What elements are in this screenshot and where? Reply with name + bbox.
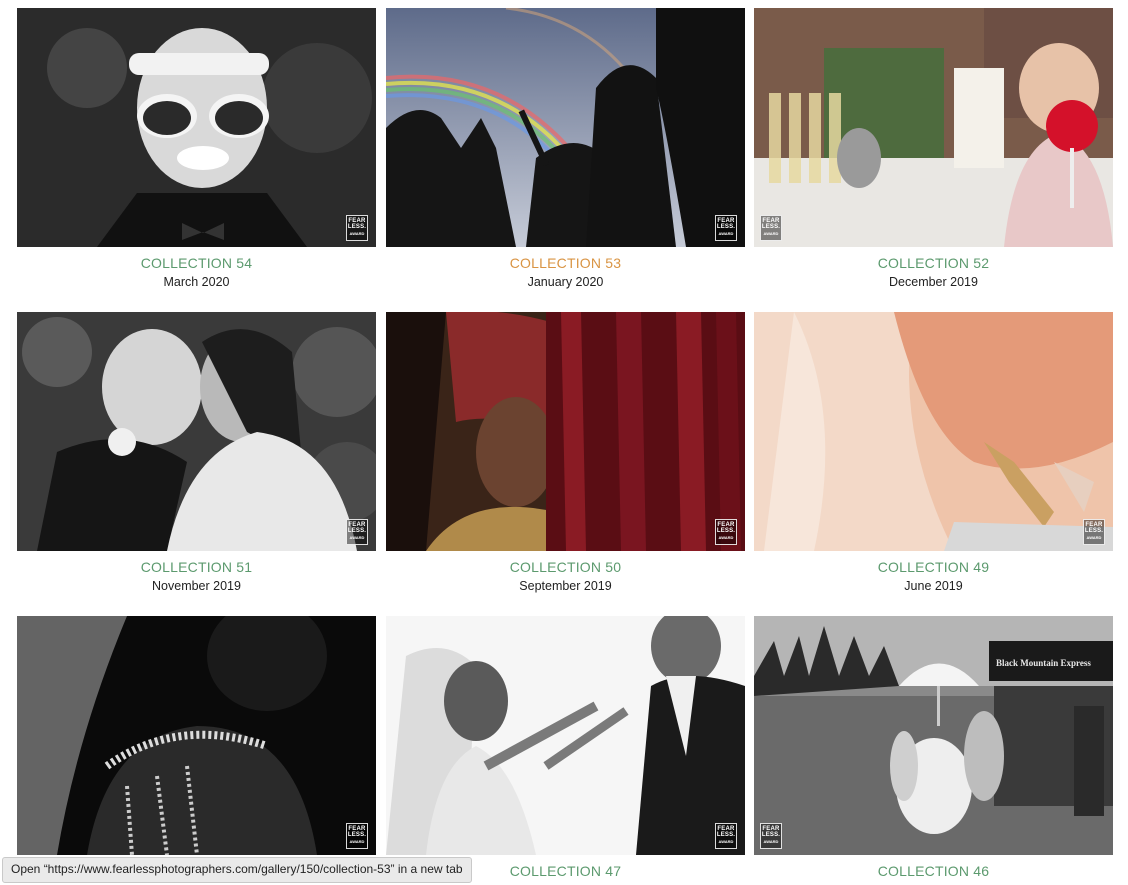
- collection-title-link[interactable]: COLLECTION 46: [754, 863, 1113, 879]
- photo-bride-beaded-back: [17, 616, 376, 855]
- fearless-award-badge: FEAR LESS. AWARD: [715, 823, 737, 849]
- fearless-award-badge: FEAR LESS. AWARD: [346, 823, 368, 849]
- collection-thumbnail[interactable]: FEAR LESS. AWARD: [17, 312, 376, 551]
- fearless-award-badge: FEAR LESS. AWARD: [1083, 519, 1105, 545]
- fearless-award-badge: FEAR LESS. AWARD: [760, 215, 782, 241]
- collection-title-link[interactable]: COLLECTION 49: [754, 559, 1113, 575]
- browser-link-status-bar: Open “https://www.fearlessphotographers.…: [2, 857, 472, 883]
- collections-grid: FEAR LESS. AWARD COLLECTION 54 March 2020 …: [0, 0, 1128, 885]
- fearless-award-badge: FEAR LESS. AWARD: [346, 215, 368, 241]
- collection-thumbnail[interactable]: FEAR LESS. AWARD: [17, 616, 376, 855]
- collection-card: FEAR LESS. AWARD COLLECTION 47: [386, 616, 745, 879]
- collection-card: FEAR LESS. AWARD COLLECTION 51 November 20…: [17, 312, 376, 594]
- collection-date: March 2020: [163, 275, 230, 289]
- collection-card: FEAR LESS. AWARD COLLECTION 53 January 202…: [386, 8, 745, 290]
- collection-title-link[interactable]: COLLECTION 54: [17, 255, 376, 271]
- fearless-award-badge: FEAR LESS. AWARD: [346, 519, 368, 545]
- photo-girl-with-lollipop: [754, 8, 1113, 247]
- photo-groom-behind-curtain: [386, 312, 745, 551]
- collection-card: FEAR LESS. AWARD: [17, 616, 376, 863]
- collection-date: June 2019: [904, 579, 963, 593]
- collection-thumbnail[interactable]: FEAR LESS. AWARD: [17, 8, 376, 247]
- collection-thumbnail[interactable]: FEAR LESS. AWARD: [386, 8, 745, 247]
- collection-thumbnail[interactable]: FEAR LESS. AWARD: [754, 8, 1113, 247]
- collection-thumbnail[interactable]: Black Mountain Express FEAR LESS. AWARD: [754, 616, 1113, 855]
- collection-card: FEAR LESS. AWARD COLLECTION 52 December 20…: [754, 8, 1113, 290]
- collection-title-link[interactable]: COLLECTION 51: [17, 559, 376, 575]
- fearless-award-badge: FEAR LESS. AWARD: [715, 519, 737, 545]
- collection-card: FEAR LESS. AWARD COLLECTION 50 September 2…: [386, 312, 745, 594]
- photo-bride-reaching-father: [386, 616, 745, 855]
- collection-title-link[interactable]: COLLECTION 50: [386, 559, 745, 575]
- photo-dancing-silhouettes: [386, 8, 745, 247]
- collection-card: FEAR LESS. AWARD COLLECTION 54 March 2020: [17, 8, 376, 290]
- collection-title-link[interactable]: COLLECTION 53: [386, 255, 745, 271]
- collection-thumbnail[interactable]: FEAR LESS. AWARD: [386, 312, 745, 551]
- collection-card: FEAR LESS. AWARD COLLECTION 49 June 2019: [754, 312, 1113, 594]
- fearless-award-badge: FEAR LESS. AWARD: [715, 215, 737, 241]
- collection-title-link[interactable]: COLLECTION 52: [754, 255, 1113, 271]
- photo-bride-umbrella-mountain: Black Mountain Express: [754, 616, 1113, 855]
- collection-date: January 2020: [527, 275, 604, 289]
- collection-card: Black Mountain Express FEAR LESS. AWARD CO…: [754, 616, 1113, 879]
- photo-elderly-couple: [17, 312, 376, 551]
- collection-thumbnail[interactable]: FEAR LESS. AWARD: [754, 312, 1113, 551]
- fearless-award-badge: FEAR LESS. AWARD: [760, 823, 782, 849]
- photo-flowing-dress: [754, 312, 1113, 551]
- black-mountain-express-sign: Black Mountain Express: [996, 658, 1091, 668]
- collection-thumbnail[interactable]: FEAR LESS. AWARD: [386, 616, 745, 855]
- collection-date: December 2019: [889, 275, 978, 289]
- photo-boy-with-sunglasses: [17, 8, 376, 247]
- collection-date: November 2019: [152, 579, 241, 593]
- collection-date: September 2019: [519, 579, 612, 593]
